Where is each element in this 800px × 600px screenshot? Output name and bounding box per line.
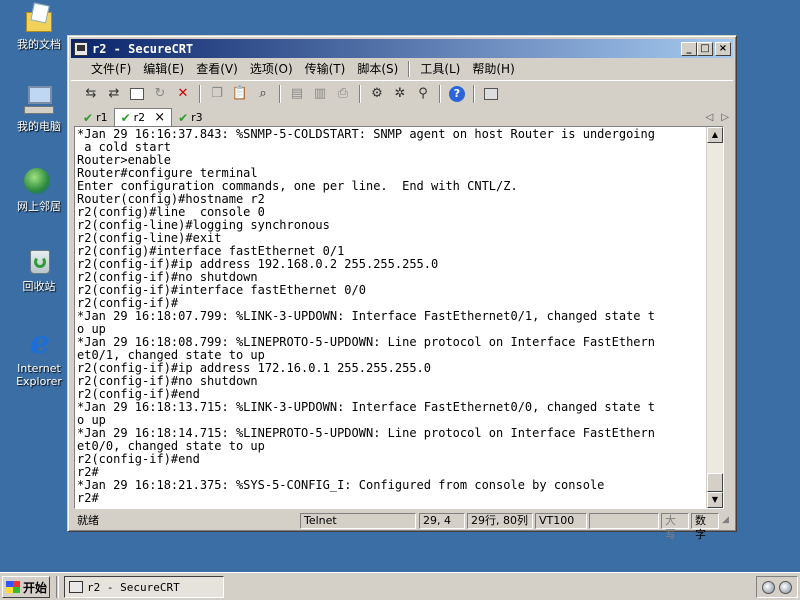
app-icon	[74, 41, 88, 56]
find-icon[interactable]: ⌕	[253, 84, 273, 104]
terminal-line: *Jan 29 16:18:21.375: %SYS-5-CONFIG_I: C…	[77, 478, 605, 492]
system-tray	[756, 576, 798, 598]
start-button[interactable]: 开始	[2, 576, 50, 598]
desktop-icon-label: 回收站	[22, 280, 56, 293]
desktop-icon-label: Internet Explorer	[16, 362, 62, 388]
connect-icon[interactable]: ⇆	[81, 84, 101, 104]
connect-in-tab-icon[interactable]	[127, 84, 147, 104]
terminal-line: *Jan 29 16:18:13.715: %LINK-3-UPDOWN: In…	[77, 400, 655, 414]
desktop-icon-label: 我的文档	[17, 38, 61, 51]
desktop-icon-my-documents[interactable]: 我的文档	[6, 2, 72, 51]
tray-network-icon[interactable]	[779, 580, 792, 594]
terminal-area[interactable]: *Jan 29 16:16:37.843: %SNMP-5-COLDSTART:…	[74, 126, 724, 509]
connected-check-icon: ✔	[120, 110, 131, 125]
status-empty	[589, 513, 659, 529]
tab-r1[interactable]: ✔ r1	[77, 109, 114, 126]
computer-icon	[22, 84, 56, 116]
menu-options[interactable]: 选项(O)	[244, 60, 299, 78]
menu-transfer[interactable]: 传输(T)	[299, 60, 352, 78]
menu-tools[interactable]: 工具(L)	[414, 60, 466, 78]
global-options-icon[interactable]: ✲	[390, 84, 410, 104]
status-size: 29行, 80列	[467, 513, 533, 529]
taskbar-button-securecrt[interactable]: r2 - SecureCRT	[64, 576, 224, 598]
status-emulation: VT100	[535, 513, 587, 529]
maximize-button[interactable]: □	[697, 41, 713, 56]
terminal-line: *Jan 29 16:18:07.799: %LINK-3-UPDOWN: In…	[77, 309, 655, 323]
start-label: 开始	[23, 580, 48, 595]
menu-bar: 文件(F) 编辑(E) 查看(V) 选项(O) 传输(T) 脚本(S) 工具(L…	[71, 59, 733, 79]
scroll-up-button[interactable]: ▲	[707, 127, 723, 143]
menu-script[interactable]: 脚本(S)	[351, 60, 404, 78]
keymap-icon[interactable]: ⚲	[413, 84, 433, 104]
tab-scroll-left-icon[interactable]: ◁	[706, 112, 714, 123]
print-icon[interactable]: ⎙	[333, 84, 353, 104]
recycle-bin-icon	[22, 244, 56, 276]
quick-connect-icon[interactable]: ⇄	[104, 84, 124, 104]
status-ready: 就绪	[77, 514, 99, 527]
disconnect-icon[interactable]: ✕	[173, 84, 193, 104]
tray-volume-icon[interactable]	[762, 580, 775, 594]
title-bar[interactable]: r2 - SecureCRT _ □ ×	[71, 39, 733, 58]
menu-view[interactable]: 查看(V)	[190, 60, 244, 78]
desktop-icon-internet-explorer[interactable]: e Internet Explorer	[6, 326, 72, 388]
terminal-line: a cold start	[77, 140, 171, 154]
toolbar: ⇆ ⇄ ↻ ✕ ❐ 📋 ⌕ ▤ ▥ ⎙ ⚙ ✲ ⚲ ?	[71, 80, 733, 106]
print-selection-icon[interactable]: ▥	[310, 84, 330, 104]
scroll-down-button[interactable]: ▼	[707, 492, 723, 508]
tab-r2[interactable]: ✔ r2 ×	[113, 108, 173, 126]
securecrt-window: r2 - SecureCRT _ □ × 文件(F) 编辑(E) 查看(V) 选…	[67, 35, 737, 541]
resize-grip-icon[interactable]: ◢	[722, 515, 729, 525]
connected-check-icon: ✔	[83, 110, 94, 125]
app-icon	[69, 581, 83, 593]
folder-icon	[22, 2, 56, 34]
window-title: r2 - SecureCRT	[92, 41, 194, 56]
desktop-icon-label: 我的电脑	[17, 120, 61, 133]
terminal-line: r2(config-if)#end	[77, 452, 200, 466]
status-num: 数字	[691, 513, 719, 541]
session-tab-bar: ✔ r1 ✔ r2 × ✔ r3 ◁ ▷	[71, 108, 733, 126]
print-setup-icon[interactable]: ▤	[287, 84, 307, 104]
status-protocol: Telnet	[300, 513, 416, 529]
windows-flag-icon	[6, 581, 20, 593]
menu-help[interactable]: 帮助(H)	[466, 60, 520, 78]
desktop-icon-recycle-bin[interactable]: 回收站	[6, 244, 72, 293]
help-icon[interactable]: ?	[447, 84, 467, 104]
status-caps: 大写	[661, 513, 689, 541]
menu-edit[interactable]: 编辑(E)	[137, 60, 190, 78]
status-bar: 就绪 Telnet 29, 4 29行, 80列 VT100 大写 数字 ◢	[71, 512, 733, 541]
status-cursor: 29, 4	[419, 513, 465, 529]
scroll-thumb[interactable]	[707, 473, 723, 492]
tab-label: r1	[96, 111, 108, 124]
desktop-icon-my-computer[interactable]: 我的电脑	[6, 84, 72, 133]
paste-icon[interactable]: 📋	[230, 84, 250, 104]
minimize-button[interactable]: _	[681, 41, 697, 56]
tab-close-icon[interactable]: ×	[154, 110, 165, 125]
terminal-line: *Jan 29 16:16:37.843: %SNMP-5-COLDSTART:…	[77, 127, 655, 141]
connected-check-icon: ✔	[178, 110, 189, 125]
desktop-icon-network[interactable]: 网上邻居	[6, 164, 72, 213]
menu-separator	[408, 61, 411, 77]
vertical-scrollbar[interactable]: ▲ ▼	[706, 127, 723, 508]
desktop-icon-label: 网上邻居	[17, 200, 61, 213]
tab-scroll-right-icon[interactable]: ▷	[721, 112, 729, 123]
session-options-icon[interactable]: ⚙	[367, 84, 387, 104]
tab-r3[interactable]: ✔ r3	[172, 109, 209, 126]
reconnect-icon[interactable]: ↻	[150, 84, 170, 104]
internet-explorer-icon: e	[29, 323, 51, 361]
menu-file[interactable]: 文件(F)	[85, 60, 137, 78]
tab-label: r3	[191, 111, 203, 124]
copy-icon[interactable]: ❐	[207, 84, 227, 104]
terminal-line: r2#	[77, 491, 99, 505]
network-globe-icon	[22, 164, 56, 196]
close-button[interactable]: ×	[715, 41, 731, 56]
keypad-icon[interactable]	[481, 84, 501, 104]
taskbar: 开始 r2 - SecureCRT	[0, 572, 800, 600]
terminal-output: *Jan 29 16:16:37.843: %SNMP-5-COLDSTART:…	[77, 128, 705, 505]
task-label: r2 - SecureCRT	[87, 580, 180, 594]
tab-label: r2	[133, 111, 146, 124]
